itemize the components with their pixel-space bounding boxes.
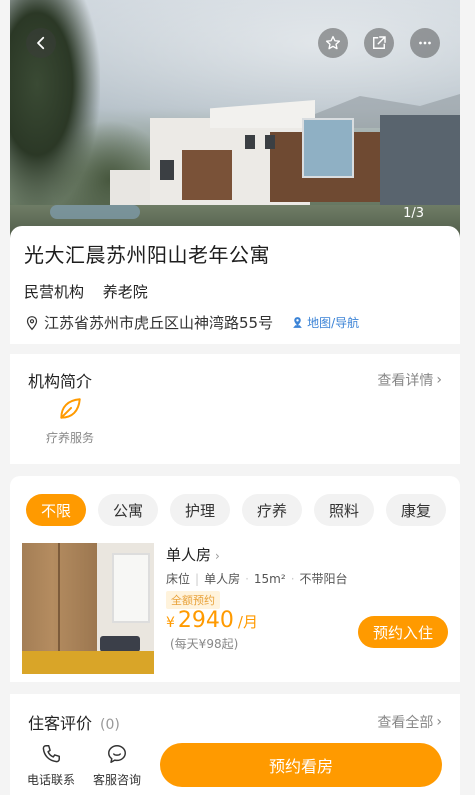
filter-chip-recuperation[interactable]: 疗养 [242, 494, 302, 526]
book-stay-button[interactable]: 预约入住 [358, 616, 448, 648]
room-price: ¥ 2940 /月 [166, 608, 258, 633]
tag-ownership: 民营机构 [24, 283, 85, 301]
chevron-right-icon: › [436, 714, 442, 730]
filter-chip-rehab[interactable]: 康复 [386, 494, 446, 526]
filter-chip-care[interactable]: 照料 [314, 494, 374, 526]
filter-chip-nursing[interactable]: 护理 [170, 494, 230, 526]
intro-section: 机构简介 查看详情 › 疗养服务 [10, 354, 460, 464]
back-icon [37, 36, 45, 50]
map-pin-icon [293, 317, 302, 328]
room-name-link[interactable]: 单人房 › [166, 544, 220, 565]
institution-tags: 民营机构 养老院 [24, 281, 446, 302]
phone-icon [42, 745, 60, 763]
back-button[interactable] [26, 28, 56, 58]
institution-name: 光大汇晨苏州阳山老年公寓 [24, 243, 270, 267]
tag-type: 养老院 [102, 283, 148, 301]
location-pin-icon [26, 315, 38, 330]
book-viewing-button[interactable]: 预约看房 [160, 743, 442, 787]
hero-image[interactable]: 1/3 [10, 0, 460, 240]
room-filter-chips: 不限 公寓 护理 疗养 照料 康复 [26, 494, 458, 526]
phone-contact-button[interactable]: 电话联系 [24, 743, 78, 788]
bottom-action-bar: 电话联系 客服咨询 预约看房 [10, 737, 460, 795]
map-link-label: 地图/导航 [307, 316, 360, 330]
star-icon [325, 35, 341, 50]
address-row: 江苏省苏州市虎丘区山神湾路55号 地图/导航 [24, 312, 446, 333]
chat-smile-icon [108, 745, 126, 763]
image-counter: 1/3 [403, 206, 424, 221]
reviews-title: 住客评价 (0) [28, 714, 120, 733]
chevron-right-icon: › [436, 372, 442, 388]
favorite-button[interactable] [318, 28, 348, 58]
view-all-reviews-link[interactable]: 查看全部 › [377, 712, 442, 732]
more-button[interactable] [410, 28, 440, 58]
intro-title: 机构简介 [28, 372, 93, 391]
daily-price: (每天¥98起) [170, 637, 239, 651]
rooms-section: 不限 公寓 护理 疗养 照料 康复 单人房 › 床位 | 单人房 · 15m² · 不带阳台 … [10, 476, 460, 682]
view-details-link[interactable]: 查看详情 › [377, 370, 442, 390]
reviews-count: (0) [100, 717, 120, 733]
more-icon [419, 41, 431, 45]
address-text: 江苏省苏州市虎丘区山神湾路55号 [44, 314, 274, 332]
leaf-icon [60, 398, 81, 419]
deposit-badge: 全额预约 [166, 591, 220, 609]
filter-chip-all[interactable]: 不限 [26, 494, 86, 526]
share-icon [373, 36, 386, 49]
map-navigation-link[interactable]: 地图/导航 [291, 314, 359, 331]
service-item[interactable]: 疗养服务 [40, 396, 100, 446]
institution-card: 光大汇晨苏州阳山老年公寓 民营机构 养老院 江苏省苏州市虎丘区山神湾路55号 地… [10, 226, 460, 344]
chevron-right-icon: › [215, 549, 220, 563]
room-photo[interactable] [22, 543, 154, 674]
customer-service-button[interactable]: 客服咨询 [90, 743, 144, 788]
filter-chip-apartment[interactable]: 公寓 [98, 494, 158, 526]
share-button[interactable] [364, 28, 394, 58]
room-meta: 床位 | 单人房 · 15m² · 不带阳台 [166, 572, 348, 586]
service-label: 疗养服务 [45, 431, 94, 445]
